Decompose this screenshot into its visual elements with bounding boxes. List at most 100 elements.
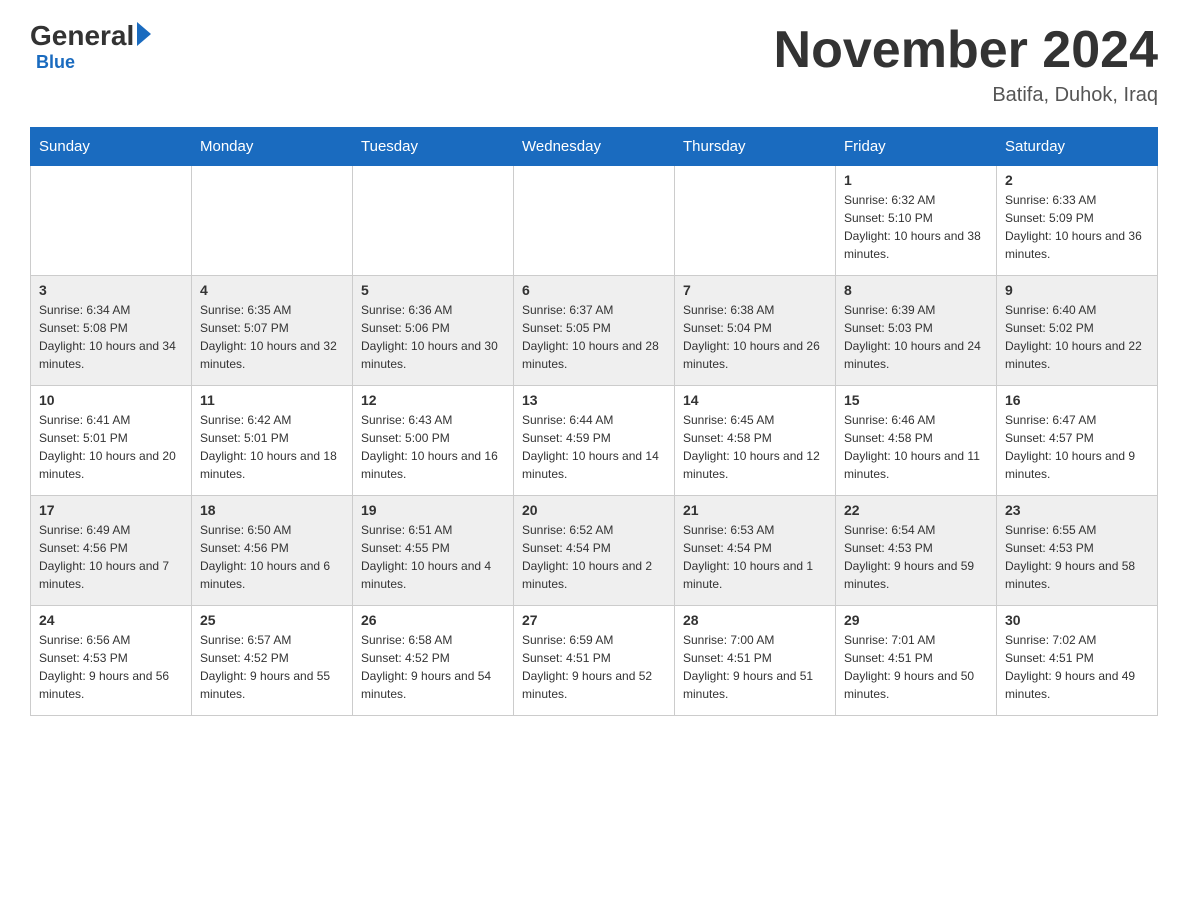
day-info: Sunrise: 6:39 AM Sunset: 5:03 PM Dayligh…	[844, 301, 988, 373]
day-number: 15	[844, 392, 988, 408]
table-row: 19Sunrise: 6:51 AM Sunset: 4:55 PM Dayli…	[353, 496, 514, 606]
header-wednesday: Wednesday	[514, 128, 675, 166]
table-row: 17 Sunrise: 6:49 AM Sunset: 4:56 PM Dayli…	[31, 496, 192, 606]
logo-arrow-icon	[137, 22, 151, 46]
calendar-row: 3Sunrise: 6:34 AM Sunset: 5:08 PM Daylig…	[31, 276, 1158, 386]
table-row: 1Sunrise: 6:32 AM Sunset: 5:10 PM Daylig…	[836, 166, 997, 276]
day-number: 20	[522, 502, 666, 518]
day-info: Sunrise: 6:54 AM Sunset: 4:53 PM Dayligh…	[844, 521, 988, 593]
table-row	[514, 166, 675, 276]
day-info: Sunrise: 6:46 AM Sunset: 4:58 PM Dayligh…	[844, 411, 988, 483]
day-info: Sunrise: 6:40 AM Sunset: 5:02 PM Dayligh…	[1005, 301, 1149, 373]
table-row: 28 Sunrise: 7:00 AM Sunset: 4:51 PM Dayli…	[675, 606, 836, 716]
day-number: 1	[844, 172, 988, 188]
table-row	[192, 166, 353, 276]
calendar-row: 24 Sunrise: 6:56 AM Sunset: 4:53 PM Dayli…	[31, 606, 1158, 716]
day-number: 23	[1005, 502, 1149, 518]
table-row: 9 Sunrise: 6:40 AM Sunset: 5:02 PM Daylig…	[997, 276, 1158, 386]
table-row: 25 Sunrise: 6:57 AM Sunset: 4:52 PM Dayli…	[192, 606, 353, 716]
table-row: 8 Sunrise: 6:39 AM Sunset: 5:03 PM Daylig…	[836, 276, 997, 386]
day-number: 8	[844, 282, 988, 298]
table-row: 24 Sunrise: 6:56 AM Sunset: 4:53 PM Dayli…	[31, 606, 192, 716]
day-number: 10	[39, 392, 183, 408]
day-info: Sunrise: 6:56 AM Sunset: 4:53 PM Dayligh…	[39, 631, 183, 703]
day-info: Sunrise: 6:58 AM Sunset: 4:52 PM Dayligh…	[361, 631, 505, 703]
day-number: 16	[1005, 392, 1149, 408]
table-row: 26 Sunrise: 6:58 AM Sunset: 4:52 PM Dayli…	[353, 606, 514, 716]
day-info: Sunrise: 6:38 AM Sunset: 5:04 PM Dayligh…	[683, 301, 827, 373]
table-row: 16 Sunrise: 6:47 AM Sunset: 4:57 PM Dayli…	[997, 386, 1158, 496]
day-info: Sunrise: 6:45 AM Sunset: 4:58 PM Dayligh…	[683, 411, 827, 483]
table-row: 21Sunrise: 6:53 AM Sunset: 4:54 PM Dayli…	[675, 496, 836, 606]
page-header: General Blue November 2024 Batifa, Duhok…	[30, 20, 1158, 107]
table-row: 12 Sunrise: 6:43 AM Sunset: 5:00 PM Dayli…	[353, 386, 514, 496]
table-row	[353, 166, 514, 276]
table-row: 11Sunrise: 6:42 AM Sunset: 5:01 PM Dayli…	[192, 386, 353, 496]
day-info: Sunrise: 6:44 AM Sunset: 4:59 PM Dayligh…	[522, 411, 666, 483]
header-monday: Monday	[192, 128, 353, 166]
calendar-table: Sunday Monday Tuesday Wednesday Thursday…	[30, 127, 1158, 716]
day-info: Sunrise: 6:47 AM Sunset: 4:57 PM Dayligh…	[1005, 411, 1149, 483]
calendar-row: 10 Sunrise: 6:41 AM Sunset: 5:01 PM Dayli…	[31, 386, 1158, 496]
table-row: 20 Sunrise: 6:52 AM Sunset: 4:54 PM Dayli…	[514, 496, 675, 606]
day-info: Sunrise: 6:57 AM Sunset: 4:52 PM Dayligh…	[200, 631, 344, 703]
header-saturday: Saturday	[997, 128, 1158, 166]
day-number: 2	[1005, 172, 1149, 188]
title-section: November 2024 Batifa, Duhok, Iraq	[774, 20, 1158, 107]
day-number: 3	[39, 282, 183, 298]
table-row: 4Sunrise: 6:35 AM Sunset: 5:07 PM Daylig…	[192, 276, 353, 386]
day-number: 6	[522, 282, 666, 298]
table-row: 7Sunrise: 6:38 AM Sunset: 5:04 PM Daylig…	[675, 276, 836, 386]
day-number: 9	[1005, 282, 1149, 298]
day-number: 14	[683, 392, 827, 408]
table-row: 22 Sunrise: 6:54 AM Sunset: 4:53 PM Dayli…	[836, 496, 997, 606]
table-row: 23 Sunrise: 6:55 AM Sunset: 4:53 PM Dayli…	[997, 496, 1158, 606]
day-number: 26	[361, 612, 505, 628]
day-info: Sunrise: 6:43 AM Sunset: 5:00 PM Dayligh…	[361, 411, 505, 483]
logo: General Blue	[30, 20, 151, 73]
day-number: 22	[844, 502, 988, 518]
day-number: 18	[200, 502, 344, 518]
table-row: 29Sunrise: 7:01 AM Sunset: 4:51 PM Dayli…	[836, 606, 997, 716]
day-number: 4	[200, 282, 344, 298]
location: Batifa, Duhok, Iraq	[774, 84, 1158, 107]
day-number: 24	[39, 612, 183, 628]
table-row	[675, 166, 836, 276]
day-info: Sunrise: 7:01 AM Sunset: 4:51 PM Dayligh…	[844, 631, 988, 703]
day-info: Sunrise: 6:41 AM Sunset: 5:01 PM Dayligh…	[39, 411, 183, 483]
calendar-row: 1Sunrise: 6:32 AM Sunset: 5:10 PM Daylig…	[31, 166, 1158, 276]
day-number: 17	[39, 502, 183, 518]
table-row: 6Sunrise: 6:37 AM Sunset: 5:05 PM Daylig…	[514, 276, 675, 386]
calendar-row: 17 Sunrise: 6:49 AM Sunset: 4:56 PM Dayli…	[31, 496, 1158, 606]
day-info: Sunrise: 6:51 AM Sunset: 4:55 PM Dayligh…	[361, 521, 505, 593]
table-row: 30Sunrise: 7:02 AM Sunset: 4:51 PM Dayli…	[997, 606, 1158, 716]
weekday-header-row: Sunday Monday Tuesday Wednesday Thursday…	[31, 128, 1158, 166]
day-info: Sunrise: 6:55 AM Sunset: 4:53 PM Dayligh…	[1005, 521, 1149, 593]
table-row: 27 Sunrise: 6:59 AM Sunset: 4:51 PM Dayli…	[514, 606, 675, 716]
day-info: Sunrise: 6:53 AM Sunset: 4:54 PM Dayligh…	[683, 521, 827, 593]
day-number: 28	[683, 612, 827, 628]
day-number: 25	[200, 612, 344, 628]
table-row: 10 Sunrise: 6:41 AM Sunset: 5:01 PM Dayli…	[31, 386, 192, 496]
logo-blue: Blue	[36, 52, 75, 73]
day-info: Sunrise: 7:02 AM Sunset: 4:51 PM Dayligh…	[1005, 631, 1149, 703]
header-friday: Friday	[836, 128, 997, 166]
day-info: Sunrise: 7:00 AM Sunset: 4:51 PM Dayligh…	[683, 631, 827, 703]
table-row: 14 Sunrise: 6:45 AM Sunset: 4:58 PM Dayli…	[675, 386, 836, 496]
day-info: Sunrise: 6:52 AM Sunset: 4:54 PM Dayligh…	[522, 521, 666, 593]
table-row	[31, 166, 192, 276]
month-title: November 2024	[774, 20, 1158, 80]
day-info: Sunrise: 6:59 AM Sunset: 4:51 PM Dayligh…	[522, 631, 666, 703]
day-number: 5	[361, 282, 505, 298]
header-thursday: Thursday	[675, 128, 836, 166]
header-tuesday: Tuesday	[353, 128, 514, 166]
table-row: 15 Sunrise: 6:46 AM Sunset: 4:58 PM Dayli…	[836, 386, 997, 496]
table-row: 3Sunrise: 6:34 AM Sunset: 5:08 PM Daylig…	[31, 276, 192, 386]
table-row: 5 Sunrise: 6:36 AM Sunset: 5:06 PM Daylig…	[353, 276, 514, 386]
day-info: Sunrise: 6:36 AM Sunset: 5:06 PM Dayligh…	[361, 301, 505, 373]
day-info: Sunrise: 6:49 AM Sunset: 4:56 PM Dayligh…	[39, 521, 183, 593]
day-number: 12	[361, 392, 505, 408]
day-number: 27	[522, 612, 666, 628]
day-info: Sunrise: 6:42 AM Sunset: 5:01 PM Dayligh…	[200, 411, 344, 483]
header-sunday: Sunday	[31, 128, 192, 166]
